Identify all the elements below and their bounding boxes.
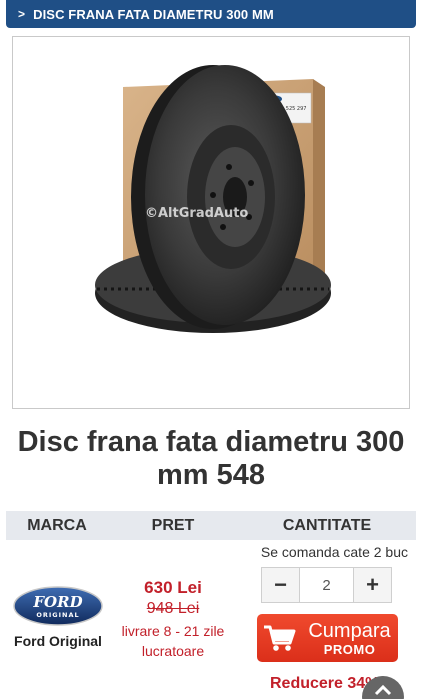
buy-button[interactable]: Cumpara PROMO [257,614,398,662]
column-header-brand: MARCA [27,516,87,534]
price-cell: 630 Lei 948 Lei livrare 8 - 21 zile lucr… [112,578,234,661]
brake-disc-photo: 1 525 297 ©AltGradAuto [13,37,409,408]
order-note: Se comanda cate 2 buc [260,544,408,560]
quantity-input[interactable] [300,568,353,602]
svg-text:ORIGINAL: ORIGINAL [36,611,79,619]
ford-logo: FORD ORIGINAL [13,586,103,626]
buy-button-label: Cumpara [308,619,391,642]
buy-button-promo: PROMO [323,641,376,657]
old-price: 948 Lei [146,600,200,617]
column-header-price: PRET [151,516,195,534]
brand-name: Ford Original [14,633,102,649]
quantity-stepper[interactable]: − + [261,567,392,603]
delivery-time: livrare 8 - 21 zile lucratoare [121,623,225,659]
breadcrumb[interactable]: > DISC FRANA FATA DIAMETRU 300 MM [6,0,416,28]
product-image[interactable]: 1 525 297 ©AltGradAuto [12,36,410,409]
decrease-quantity-button[interactable]: − [262,568,300,602]
page-title: Disc frana fata diametru 300 mm 548 [17,426,405,491]
chevron-right-icon: > [18,7,26,21]
column-header-quantity: CANTITATE [282,516,372,534]
svg-text:FORD: FORD [32,593,82,611]
cart-icon [257,623,301,653]
watermark: ©AltGradAuto [145,206,248,221]
table-header: MARCA PRET CANTITATE [6,511,416,540]
brand-cell: FORD ORIGINAL Ford Original [10,586,106,649]
increase-quantity-button[interactable]: + [353,568,391,602]
breadcrumb-label: DISC FRANA FATA DIAMETRU 300 MM [33,6,274,22]
chevron-up-icon [374,684,392,696]
current-price: 630 Lei [144,578,202,597]
